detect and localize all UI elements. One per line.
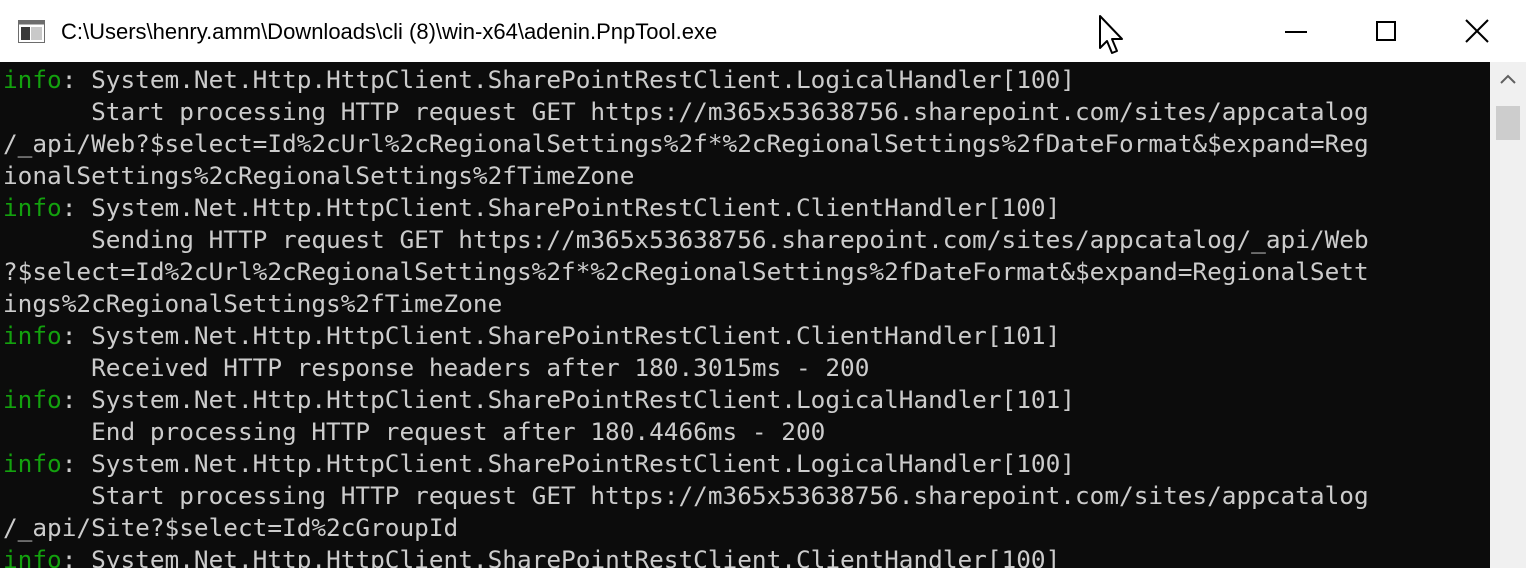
log-text: Start processing HTTP request GET https:… (3, 97, 1369, 126)
log-text: ings%2cRegionalSettings%2fTimeZone (3, 289, 503, 318)
log-text: : System.Net.Http.HttpClient.SharePointR… (61, 321, 1061, 350)
scroll-up-arrow-icon (1500, 74, 1516, 84)
console-window: C:\Users\henry.amm\Downloads\cli (8)\win… (0, 0, 1526, 568)
log-text: : System.Net.Http.HttpClient.SharePointR… (61, 193, 1061, 222)
log-text: ?$select=Id%2cUrl%2cRegionalSettings%2f*… (3, 257, 1369, 286)
log-level: info (3, 385, 62, 414)
console-line: info: System.Net.Http.HttpClient.SharePo… (3, 384, 1369, 416)
vertical-scrollbar[interactable] (1490, 62, 1526, 568)
log-text: /_api/Site?$select=Id%2cGroupId (3, 513, 459, 542)
console-line: info: System.Net.Http.HttpClient.SharePo… (3, 448, 1369, 480)
log-level: info (3, 449, 62, 478)
log-text: : System.Net.Http.HttpClient.SharePointR… (61, 65, 1075, 94)
console-app-icon[interactable] (18, 20, 46, 44)
log-text: : System.Net.Http.HttpClient.SharePointR… (61, 545, 1061, 568)
maximize-button[interactable] (1341, 0, 1431, 62)
console-line: End processing HTTP request after 180.44… (3, 416, 1369, 448)
console-output[interactable]: info: System.Net.Http.HttpClient.SharePo… (0, 62, 1490, 568)
log-text: Start processing HTTP request GET https:… (3, 481, 1369, 510)
console-line: Start processing HTTP request GET https:… (3, 96, 1369, 128)
log-text: ionalSettings%2cRegionalSettings%2fTimeZ… (3, 161, 635, 190)
minimize-button[interactable] (1251, 0, 1341, 62)
log-text: End processing HTTP request after 180.44… (3, 417, 826, 446)
console-line: Received HTTP response headers after 180… (3, 352, 1369, 384)
console-line: Sending HTTP request GET https://m365x53… (3, 224, 1369, 256)
console-line: /_api/Web?$select=Id%2cUrl%2cRegionalSet… (3, 128, 1369, 160)
console-line: ings%2cRegionalSettings%2fTimeZone (3, 288, 1369, 320)
console-line: info: System.Net.Http.HttpClient.SharePo… (3, 320, 1369, 352)
log-text: : System.Net.Http.HttpClient.SharePointR… (61, 385, 1075, 414)
log-text: /_api/Web?$select=Id%2cUrl%2cRegionalSet… (3, 129, 1369, 158)
log-level: info (3, 193, 62, 222)
close-button[interactable] (1431, 0, 1521, 62)
console-line: /_api/Site?$select=Id%2cGroupId (3, 512, 1369, 544)
console-line: info: System.Net.Http.HttpClient.SharePo… (3, 544, 1369, 568)
console-line: info: System.Net.Http.HttpClient.SharePo… (3, 64, 1369, 96)
console-line: ?$select=Id%2cUrl%2cRegionalSettings%2f*… (3, 256, 1369, 288)
console-line: Start processing HTTP request GET https:… (3, 480, 1369, 512)
console-line: info: System.Net.Http.HttpClient.SharePo… (3, 192, 1369, 224)
window-title: C:\Users\henry.amm\Downloads\cli (8)\win… (61, 19, 718, 44)
mouse-pointer-icon (1098, 14, 1128, 58)
log-level: info (3, 65, 62, 94)
scroll-thumb[interactable] (1496, 106, 1520, 140)
log-level: info (3, 545, 62, 568)
log-level: info (3, 321, 62, 350)
console-lines: info: System.Net.Http.HttpClient.SharePo… (3, 64, 1369, 568)
title-bar[interactable]: C:\Users\henry.amm\Downloads\cli (8)\win… (0, 0, 1526, 62)
log-text: Sending HTTP request GET https://m365x53… (3, 225, 1369, 254)
scroll-up-button[interactable] (1490, 62, 1526, 98)
log-text: : System.Net.Http.HttpClient.SharePointR… (61, 449, 1075, 478)
log-text: Received HTTP response headers after 180… (3, 353, 870, 382)
console-line: ionalSettings%2cRegionalSettings%2fTimeZ… (3, 160, 1369, 192)
